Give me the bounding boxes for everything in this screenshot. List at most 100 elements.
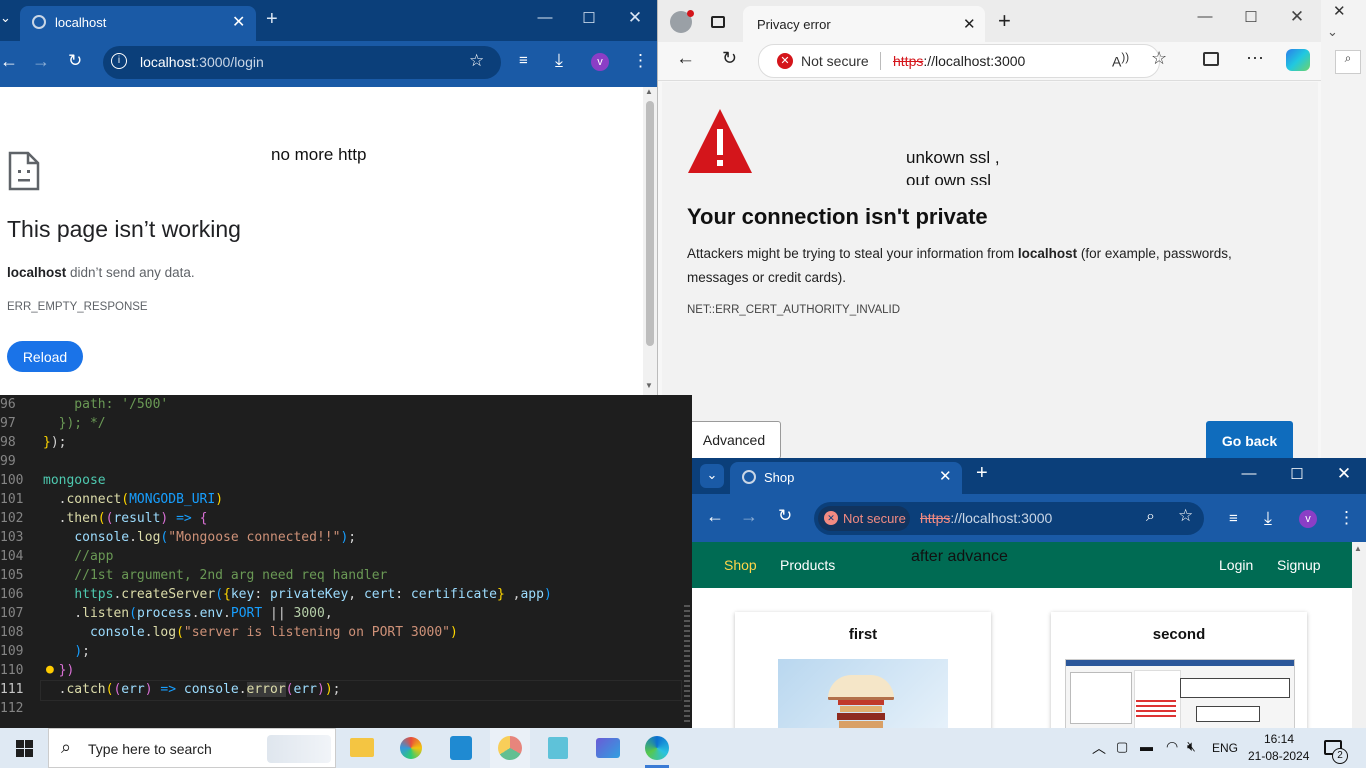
edge-icon[interactable]	[645, 736, 669, 760]
reload-button[interactable]: Reload	[7, 341, 83, 372]
nav-link-products[interactable]: Products	[780, 557, 835, 573]
shop-tab[interactable]: Shop ✕	[730, 462, 962, 494]
nav-link-shop[interactable]: Shop	[724, 557, 757, 573]
avatar[interactable]: v	[1299, 510, 1317, 528]
refresh-icon[interactable]: ↻	[722, 48, 737, 69]
scroll-up-arrow-icon[interactable]: ▲	[1354, 544, 1362, 553]
zoom-icon[interactable]: ⌕	[1146, 508, 1155, 526]
avatar[interactable]: v	[591, 53, 609, 71]
meet-now-icon[interactable]: ▢	[1116, 739, 1128, 755]
code-line[interactable]: .connect(MONGODB_URI)	[43, 492, 223, 507]
tab-search-dropdown-icon[interactable]: ⌄	[700, 464, 724, 488]
copilot-icon[interactable]	[1286, 49, 1310, 71]
scroll-down-arrow-icon[interactable]: ▼	[645, 381, 653, 390]
downloads-icon[interactable]: ⤓	[555, 50, 563, 71]
shop-scrollbar[interactable]: ▲	[1352, 542, 1366, 728]
code-line[interactable]: }); */	[43, 416, 106, 431]
address-bar[interactable]: ✕ Not secure https://localhost:3000 ⌕ ☆	[814, 502, 1204, 535]
book-stack	[840, 706, 882, 712]
maximize-icon[interactable]: ☐	[574, 9, 604, 27]
battery-icon[interactable]: ▬	[1140, 739, 1153, 754]
code-line[interactable]: //1st argument, 2nd arg need req handler	[43, 568, 387, 583]
paint-icon[interactable]	[400, 737, 422, 759]
code-line[interactable]: .then((result) => {	[43, 511, 208, 526]
code-line[interactable]: .catch((err) => console.error(err));	[43, 682, 340, 697]
scroll-up-arrow-icon[interactable]: ▲	[645, 87, 653, 96]
clock-date[interactable]: 21-08-2024	[1248, 749, 1309, 763]
forward-arrow-icon[interactable]: →	[740, 506, 758, 527]
tab-title: Shop	[764, 470, 795, 485]
volume-muted-icon[interactable]: 🔇︎	[1187, 738, 1196, 755]
maximize-icon[interactable]: ☐	[1282, 465, 1312, 483]
code-line[interactable]: mongoose	[43, 473, 106, 488]
tab-actions-icon[interactable]	[711, 16, 725, 28]
code-editor[interactable]: 96 path: '/500' 97 }); */ 98 }); 99 100 …	[0, 395, 692, 728]
downloads-icon[interactable]: ⤓	[1264, 508, 1272, 529]
chrome-tab-localhost[interactable]: localhost ✕	[20, 6, 256, 41]
minimize-icon[interactable]: —	[530, 9, 560, 26]
photos-icon[interactable]	[596, 738, 620, 758]
taskbar-search-box[interactable]: ⌕ Type here to search	[48, 728, 336, 768]
windows-start-icon[interactable]	[16, 740, 33, 757]
vscode-icon[interactable]	[450, 736, 472, 760]
new-tab-icon[interactable]: +	[976, 462, 988, 485]
clock-time[interactable]: 16:14	[1264, 732, 1294, 746]
forward-arrow-icon[interactable]: →	[32, 51, 50, 72]
maximize-icon[interactable]: ☐	[1236, 8, 1266, 26]
show-hidden-icons[interactable]: ︿	[1092, 738, 1106, 758]
new-tab-icon[interactable]: +	[998, 8, 1011, 34]
address-bar[interactable]: i localhost:3000/login ☆	[103, 46, 501, 79]
nav-link-login[interactable]: Login	[1219, 557, 1253, 573]
code-line[interactable]: console.log("Mongoose connected!!");	[43, 530, 356, 545]
back-arrow-icon[interactable]: ←	[676, 48, 695, 70]
bookmark-star-icon[interactable]: ☆	[1178, 506, 1193, 526]
chevron-down-icon[interactable]: ⌄	[1327, 24, 1338, 40]
more-menu-icon[interactable]: ⋮	[1338, 508, 1355, 528]
tab-search-dropdown-icon[interactable]: ⌄	[0, 10, 14, 30]
code-line[interactable]: path: '/500'	[43, 397, 168, 412]
media-controls-icon[interactable]: ≡	[1229, 510, 1238, 527]
more-menu-icon[interactable]: ⋯	[1246, 48, 1264, 69]
chrome-scrollbar[interactable]: ▲ ▼	[643, 87, 657, 395]
site-info-icon[interactable]: i	[111, 53, 127, 69]
edge-tab-privacy-error[interactable]: Privacy error ✕	[743, 6, 985, 42]
advanced-button[interactable]: Advanced	[687, 421, 781, 459]
favorites-star-icon[interactable]: ☆	[1151, 48, 1167, 69]
lightbulb-icon[interactable]: ●	[46, 662, 54, 677]
close-tab-icon[interactable]: ✕	[963, 15, 976, 33]
close-window-icon[interactable]: ✕	[1333, 2, 1346, 20]
go-back-button[interactable]: Go back	[1206, 421, 1293, 461]
close-window-icon[interactable]: ✕	[620, 8, 650, 28]
more-menu-icon[interactable]: ⋮	[632, 51, 649, 71]
code-line[interactable]: });	[43, 435, 66, 450]
code-line[interactable]: https.createServer({key: privateKey, cer…	[43, 587, 551, 602]
bookmark-star-icon[interactable]: ☆	[469, 51, 484, 71]
split-screen-icon[interactable]	[1203, 52, 1219, 66]
search-icon[interactable]: ⌕	[1335, 50, 1361, 74]
close-window-icon[interactable]: ✕	[1282, 7, 1312, 27]
wifi-icon[interactable]: ◠	[1166, 738, 1178, 755]
code-line[interactable]: );	[43, 644, 90, 659]
language-indicator[interactable]: ENG	[1212, 741, 1238, 755]
new-tab-icon[interactable]: +	[266, 8, 278, 31]
scrollbar-thumb[interactable]	[646, 101, 654, 346]
media-controls-icon[interactable]: ≡	[519, 52, 528, 69]
minimize-icon[interactable]: —	[1190, 8, 1220, 25]
nav-link-signup[interactable]: Signup	[1277, 557, 1321, 573]
reload-icon[interactable]: ↻	[778, 506, 792, 526]
close-window-icon[interactable]: ✕	[1329, 464, 1359, 484]
close-tab-icon[interactable]: ✕	[232, 12, 245, 32]
back-arrow-icon[interactable]: ←	[0, 51, 18, 72]
code-line[interactable]: //app	[43, 549, 113, 564]
close-tab-icon[interactable]: ✕	[939, 467, 952, 485]
address-bar[interactable]: ✕ Not secure https://localhost:3000	[758, 44, 1160, 78]
editor-minimap[interactable]	[684, 605, 690, 725]
reload-icon[interactable]: ↻	[68, 51, 82, 71]
code-line[interactable]: .listen(process.env.PORT || 3000,	[43, 606, 332, 621]
notepad-icon[interactable]	[548, 737, 568, 759]
code-line[interactable]: console.log("server is listening on PORT…	[43, 625, 458, 640]
back-arrow-icon[interactable]: ←	[706, 506, 724, 527]
file-explorer-icon[interactable]	[350, 738, 374, 757]
read-aloud-icon[interactable]: A))	[1112, 51, 1129, 70]
minimize-icon[interactable]: —	[1234, 465, 1264, 482]
